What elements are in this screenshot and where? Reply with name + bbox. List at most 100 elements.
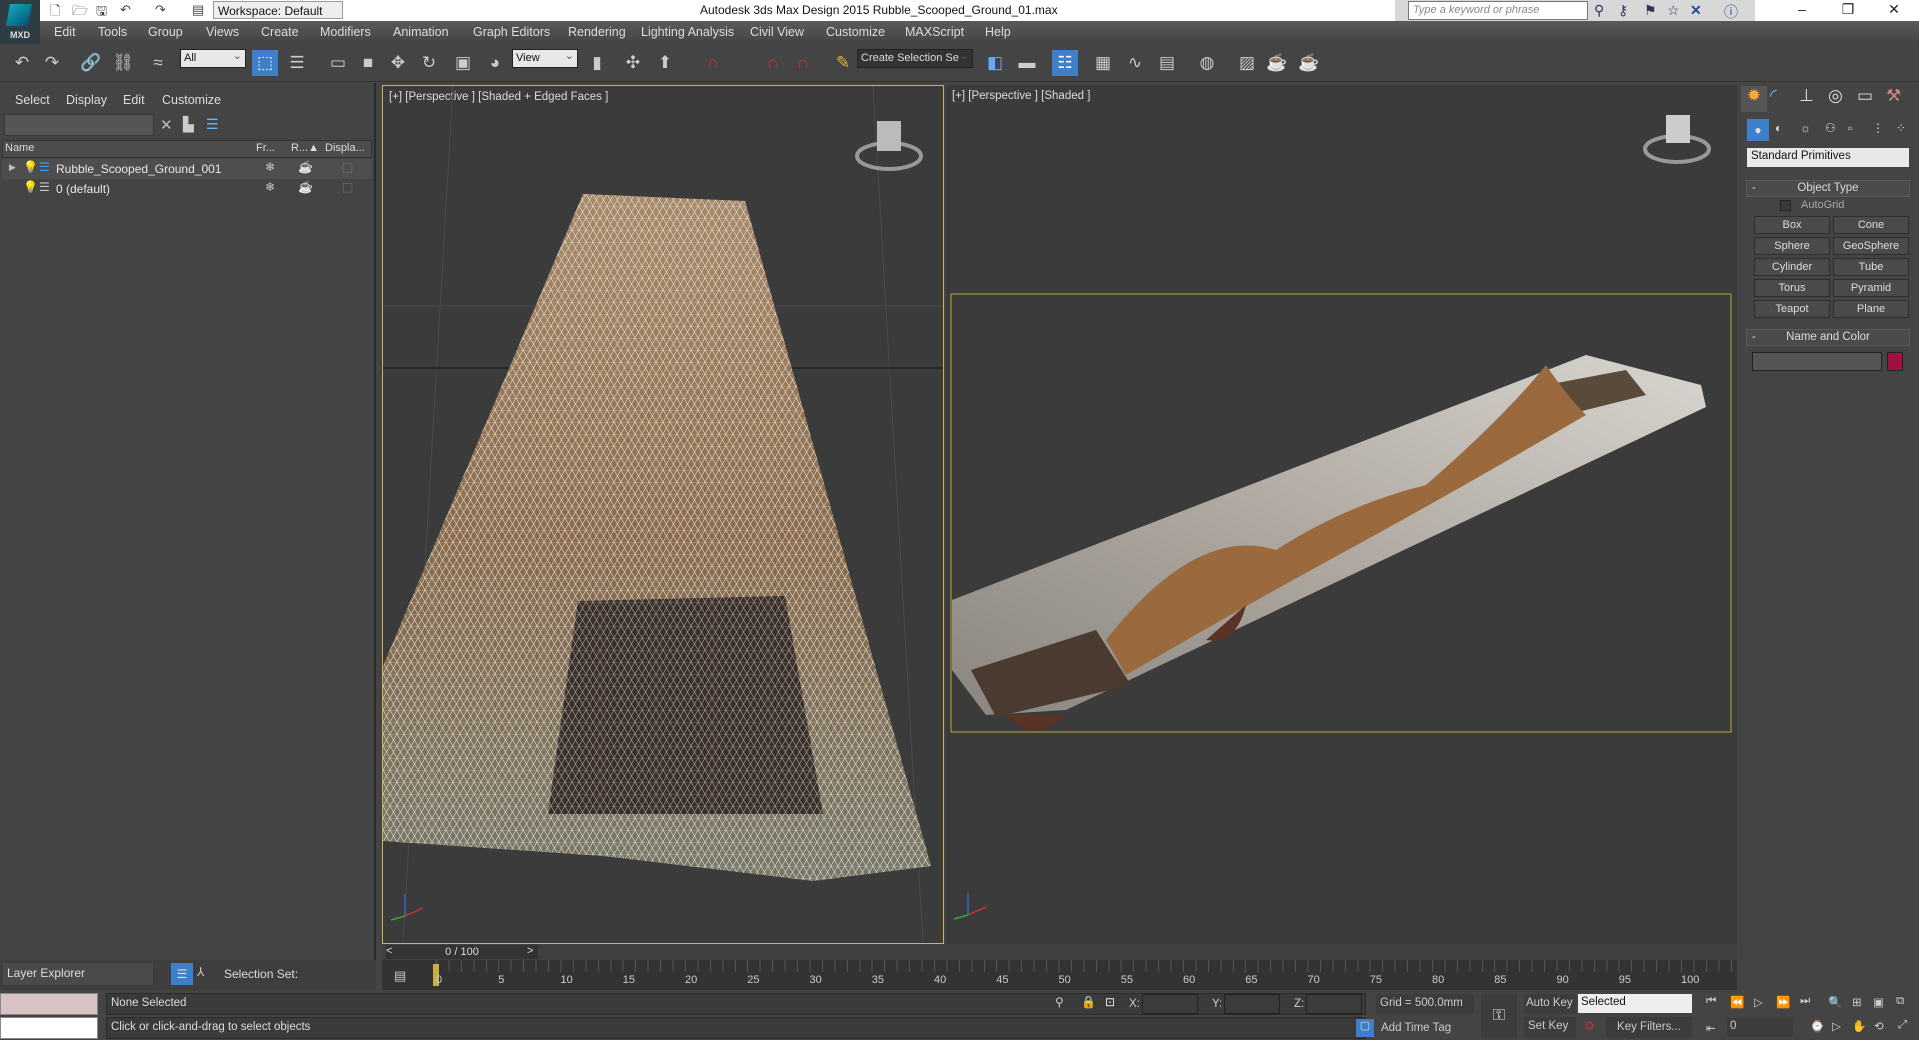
- create-tab-icon[interactable]: ✹: [1741, 86, 1767, 112]
- tube-button[interactable]: Tube: [1833, 258, 1909, 276]
- sphere-button[interactable]: Sphere: [1754, 237, 1830, 255]
- snaps-toggle-icon[interactable]: ∩: [700, 50, 726, 76]
- set-keys-key-icon[interactable]: ⚿: [1481, 994, 1517, 1038]
- render-production-icon[interactable]: ☕: [1296, 50, 1322, 76]
- minimize-button[interactable]: –: [1780, 1, 1824, 17]
- mini-curve-editor-icon[interactable]: ▤: [394, 968, 406, 984]
- utilities-tab-icon[interactable]: ⚒: [1886, 86, 1901, 106]
- explorer-row[interactable]: ▶ 💡 ☰ Rubble_Scooped_Ground_001 ❄ ☕ ⬚: [2, 159, 372, 179]
- teapot-button[interactable]: Teapot: [1754, 300, 1830, 318]
- selection-lock-icon[interactable]: 🔒: [1081, 995, 1096, 1009]
- menu-edit[interactable]: Edit: [54, 25, 76, 39]
- layer-add-icon[interactable]: ☰: [206, 116, 219, 133]
- go-to-start-icon[interactable]: ⏮: [1706, 995, 1716, 1008]
- menu-views[interactable]: Views: [206, 25, 239, 39]
- rendered-frame-window-icon[interactable]: ☕: [1264, 50, 1290, 76]
- display-tab-icon[interactable]: ▭: [1857, 86, 1873, 106]
- hierarchy-tab-icon[interactable]: ⊥: [1799, 86, 1814, 106]
- explorer-search-input[interactable]: [4, 114, 154, 136]
- explorer-menu-customize[interactable]: Customize: [162, 93, 221, 107]
- window-crossing-icon[interactable]: ■: [355, 50, 381, 76]
- explorer-type-dropdown[interactable]: Layer Explorer: [3, 963, 153, 985]
- systems-icon[interactable]: ⁘: [1896, 121, 1906, 135]
- selection-filter-dropdown[interactable]: All: [180, 49, 246, 68]
- cameras-icon[interactable]: ⚇: [1825, 121, 1836, 135]
- edit-named-selection-icon[interactable]: ✎: [830, 50, 856, 76]
- time-slider[interactable]: 0 / 100: [386, 945, 538, 959]
- set-key-button[interactable]: Set Key: [1524, 1017, 1576, 1038]
- geometry-icon[interactable]: ●: [1747, 119, 1769, 141]
- close-button[interactable]: ✕: [1872, 1, 1916, 18]
- menu-customize[interactable]: Customize: [826, 25, 885, 39]
- layer-manager-icon[interactable]: ☷: [1052, 50, 1078, 76]
- restore-button[interactable]: ❐: [1826, 1, 1870, 18]
- object-color-swatch[interactable]: [1887, 352, 1903, 371]
- torus-button[interactable]: Torus: [1754, 279, 1830, 297]
- undo-icon[interactable]: ↶: [120, 2, 131, 18]
- filter-icon[interactable]: ▙: [183, 116, 194, 133]
- column-renderable[interactable]: R...▲: [291, 142, 319, 154]
- viewport-perspective-shaded[interactable]: [+] [Perspective ] [Shaded ]: [946, 85, 1737, 944]
- autogrid-checkbox[interactable]: [1780, 200, 1791, 211]
- favorites-star-icon[interactable]: ☆: [1667, 2, 1680, 19]
- redo-icon[interactable]: ↷: [39, 50, 65, 76]
- curve-editor-icon[interactable]: ∿: [1122, 50, 1148, 76]
- menu-civil-view[interactable]: Civil View: [750, 25, 804, 39]
- plane-button[interactable]: Plane: [1833, 300, 1909, 318]
- auto-key-button[interactable]: Auto Key: [1524, 994, 1576, 1014]
- pivot-center-icon[interactable]: ▮: [584, 50, 610, 76]
- select-by-name-icon[interactable]: ☰: [284, 50, 310, 76]
- zoom-all-icon[interactable]: ⊞: [1852, 995, 1862, 1009]
- select-object-icon[interactable]: ⬚: [252, 50, 278, 76]
- previous-frame-icon[interactable]: ⏪: [1730, 995, 1744, 1009]
- menu-maxscript[interactable]: MAXScript: [905, 25, 964, 39]
- menu-tools[interactable]: Tools: [98, 25, 127, 39]
- keyboard-shortcut-icon[interactable]: ⬆: [652, 50, 678, 76]
- display-box-icon[interactable]: ⬚: [342, 180, 353, 194]
- named-selection-dropdown[interactable]: Create Selection Se: [857, 49, 973, 68]
- menu-group[interactable]: Group: [148, 25, 183, 39]
- helpers-icon[interactable]: ▫: [1848, 121, 1852, 135]
- next-frame-icon[interactable]: >: [527, 945, 533, 957]
- shapes-icon[interactable]: ◐: [1775, 121, 1782, 135]
- reference-coordinate-dropdown[interactable]: View: [512, 49, 578, 68]
- clear-search-icon[interactable]: ✕: [160, 116, 173, 134]
- spinner-snap-icon[interactable]: ∩: [790, 50, 816, 76]
- place-icon[interactable]: ◕: [482, 50, 508, 76]
- menu-rendering[interactable]: Rendering: [568, 25, 626, 39]
- cone-button[interactable]: Cone: [1833, 216, 1909, 234]
- y-coordinate-input[interactable]: [1224, 994, 1280, 1014]
- scale-icon[interactable]: ▣: [450, 50, 476, 76]
- viewcube-icon[interactable]: [1643, 115, 1711, 164]
- zoom-extents-all-icon[interactable]: ⧉: [1896, 995, 1904, 1008]
- help-icon[interactable]: ⓘ: [1724, 2, 1738, 22]
- search-input[interactable]: Type a keyword or phrase: [1408, 1, 1588, 20]
- maximize-viewport-icon[interactable]: ⤢: [1898, 1019, 1907, 1032]
- object-name-input[interactable]: [1752, 352, 1882, 371]
- lights-icon[interactable]: ☼: [1800, 121, 1811, 135]
- current-frame-input[interactable]: 0: [1727, 1018, 1793, 1037]
- absolute-mode-icon[interactable]: ⊡: [1105, 995, 1115, 1009]
- key-mode-dropdown[interactable]: Selected: [1578, 994, 1692, 1013]
- key-icon[interactable]: ⚷: [1618, 2, 1628, 19]
- menu-animation[interactable]: Animation: [393, 25, 449, 39]
- menu-help[interactable]: Help: [985, 25, 1011, 39]
- schematic-view-icon[interactable]: ▤: [1154, 50, 1180, 76]
- x-coordinate-input[interactable]: [1142, 994, 1198, 1014]
- unlink-icon[interactable]: ⛓: [110, 50, 136, 76]
- menu-graph-editors[interactable]: Graph Editors: [473, 25, 550, 39]
- column-display[interactable]: Displa...: [325, 142, 365, 154]
- isolate-selection-icon[interactable]: ⚲: [1055, 995, 1064, 1009]
- maxscript-listener-white[interactable]: [0, 1017, 98, 1039]
- workspace-dropdown[interactable]: Workspace: Default: [213, 1, 343, 19]
- move-icon[interactable]: ✥: [385, 50, 411, 76]
- object-type-rollout[interactable]: - Object Type: [1746, 180, 1910, 197]
- display-box-icon[interactable]: ⬚: [342, 160, 353, 174]
- menu-modifiers[interactable]: Modifiers: [320, 25, 371, 39]
- name-and-color-rollout[interactable]: - Name and Color: [1746, 329, 1910, 346]
- exchange-icon[interactable]: ✕: [1690, 2, 1702, 19]
- maxscript-listener-pink[interactable]: [0, 993, 98, 1015]
- binoculars-icon[interactable]: ⚲: [1594, 2, 1604, 19]
- cylinder-button[interactable]: Cylinder: [1754, 258, 1830, 276]
- project-folder-icon[interactable]: ▤: [192, 2, 204, 18]
